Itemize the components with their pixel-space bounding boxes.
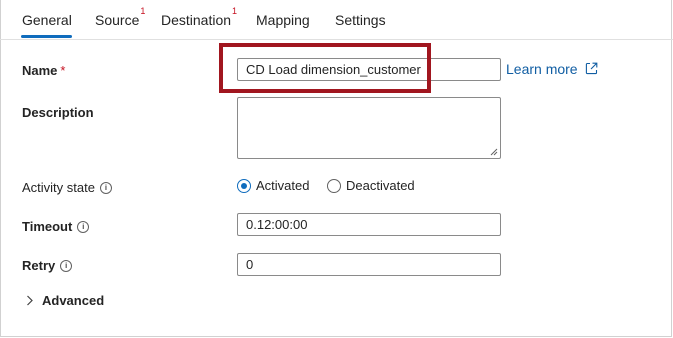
error-count-badge: 1 [232, 6, 238, 16]
radio-label: Deactivated [346, 178, 415, 193]
radio-label: Activated [256, 178, 310, 193]
retry-field[interactable] [237, 253, 501, 276]
learn-more-link[interactable]: Learn more [506, 61, 598, 77]
tab-mapping[interactable]: Mapping [256, 12, 310, 28]
active-tab-indicator [21, 35, 72, 38]
info-icon[interactable]: i [99, 182, 112, 194]
tab-label: General [22, 12, 72, 28]
retry-label-text: Retry [22, 258, 56, 273]
name-field[interactable] [237, 58, 501, 81]
description-field[interactable] [237, 97, 501, 159]
name-label: Name * [22, 63, 65, 78]
radio-deactivated[interactable]: Deactivated [327, 178, 415, 193]
retry-label: Retry i [22, 258, 73, 273]
info-icon[interactable]: i [60, 260, 73, 272]
advanced-label: Advanced [42, 293, 105, 308]
timeout-field[interactable] [237, 213, 501, 236]
tab-general[interactable]: General [22, 12, 72, 28]
radio-activated[interactable]: Activated [237, 178, 309, 193]
advanced-section-toggle[interactable]: Advanced [26, 293, 104, 308]
activity-state-label-text: Activity state [22, 180, 95, 195]
required-asterisk: * [60, 63, 66, 78]
resize-grip-icon[interactable] [490, 148, 498, 156]
timeout-label-text: Timeout [22, 219, 73, 234]
open-external-icon [586, 62, 598, 75]
name-label-text: Name [22, 63, 58, 78]
info-icon[interactable]: i [77, 221, 90, 233]
tab-destination[interactable]: Destination 1 [161, 6, 237, 28]
radio-unselected-icon [327, 178, 341, 193]
error-count-badge: 1 [140, 6, 146, 16]
activity-state-label: Activity state i [22, 180, 112, 195]
learn-more-label: Learn more [506, 61, 578, 77]
tab-label: Destination [161, 12, 232, 28]
tab-source[interactable]: Source 1 [95, 6, 145, 28]
tab-label: Source [95, 12, 140, 28]
timeout-label: Timeout i [22, 219, 90, 234]
radio-selected-icon [237, 178, 251, 193]
tab-settings[interactable]: Settings [335, 12, 386, 28]
tab-label: Mapping [256, 12, 310, 28]
tab-bar: General Source 1 Destination 1 Mapping S… [0, 0, 673, 40]
tab-label: Settings [335, 12, 386, 28]
description-label-text: Description [22, 105, 94, 120]
panel-frame [0, 0, 672, 337]
description-label: Description [22, 105, 94, 120]
chevron-right-icon [27, 295, 33, 306]
